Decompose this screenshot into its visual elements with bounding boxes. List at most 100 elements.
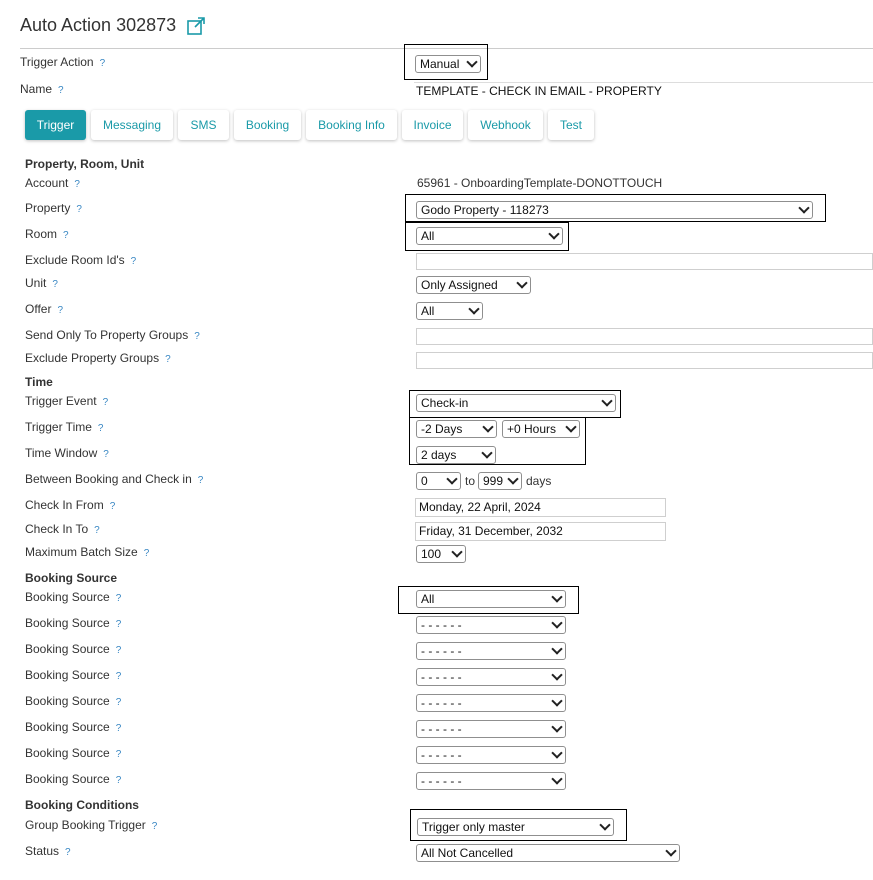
room-select[interactable]: All [416, 227, 563, 245]
section-heading: Booking Source [25, 571, 118, 585]
group-trigger-select[interactable]: Trigger only master [417, 818, 614, 836]
group-trigger-label: Group Booking Trigger? [25, 818, 158, 832]
section-heading: Property, Room, Unit [25, 157, 145, 171]
chevron-down-icon [551, 591, 563, 603]
exclude-groups-label: Exclude Property Groups? [25, 351, 171, 365]
booking-source-select[interactable]: All [416, 590, 566, 608]
help-icon[interactable]: ? [152, 821, 158, 832]
help-icon[interactable]: ? [63, 230, 69, 241]
chevron-down-icon [665, 845, 677, 857]
help-icon[interactable]: ? [76, 204, 82, 215]
chevron-down-icon [466, 56, 478, 68]
help-icon[interactable]: ? [103, 397, 109, 408]
chevron-down-icon [451, 546, 463, 558]
trigger-event-select[interactable]: Check-in [416, 394, 616, 412]
tab-test[interactable]: Test [548, 110, 594, 140]
section-heading: Booking Conditions [25, 798, 139, 812]
booking-source-select[interactable]: - - - - - - [416, 772, 566, 790]
checkin-from-input[interactable]: Monday, 22 April, 2024 [415, 498, 666, 517]
help-icon[interactable]: ? [65, 847, 71, 858]
chevron-down-icon [565, 421, 577, 433]
exclude-room-label: Exclude Room Id's? [25, 253, 137, 267]
chevron-down-icon [551, 773, 563, 785]
between-from-select[interactable]: 0 [416, 472, 461, 490]
name-label: Name? [20, 82, 64, 96]
trigger-time-days-select[interactable]: -2 Days [416, 420, 497, 438]
help-icon[interactable]: ? [116, 749, 122, 760]
booking-source-select[interactable]: - - - - - - [416, 668, 566, 686]
between-to-select[interactable]: 999 [478, 472, 522, 490]
help-icon[interactable]: ? [58, 85, 64, 96]
batch-size-select[interactable]: 100 [416, 545, 466, 563]
help-icon[interactable]: ? [74, 179, 80, 190]
trigger-event-label: Trigger Event? [25, 394, 109, 408]
help-icon[interactable]: ? [94, 525, 100, 536]
chevron-down-icon [599, 819, 611, 831]
booking-source-select[interactable]: - - - - - - [416, 616, 566, 634]
send-groups-input[interactable] [416, 328, 873, 345]
help-icon[interactable]: ? [144, 548, 150, 559]
booking-source-select[interactable]: - - - - - - [416, 642, 566, 660]
time-window-select[interactable]: 2 days [416, 446, 496, 464]
page-title: Auto Action 302873 [20, 15, 177, 35]
tab-booking-info[interactable]: Booking Info [306, 110, 397, 140]
chevron-down-icon [446, 473, 458, 485]
tab-booking[interactable]: Booking [234, 110, 301, 140]
chevron-down-icon [551, 617, 563, 629]
booking-source-label: Booking Source? [25, 668, 122, 682]
help-icon[interactable]: ? [100, 58, 106, 69]
help-icon[interactable]: ? [116, 671, 122, 682]
help-icon[interactable]: ? [131, 256, 137, 267]
checkin-to-label: Check In To? [25, 522, 100, 536]
status-select[interactable]: All Not Cancelled [416, 844, 680, 862]
between-to-text: to [465, 474, 476, 488]
help-icon[interactable]: ? [52, 279, 58, 290]
tab-sms[interactable]: SMS [178, 110, 229, 140]
tab-invoice[interactable]: Invoice [402, 110, 463, 140]
external-link-icon[interactable] [186, 16, 206, 36]
trigger-action-label: Trigger Action? [20, 55, 106, 69]
exclude-groups-input[interactable] [416, 352, 873, 369]
help-icon[interactable]: ? [165, 354, 171, 365]
room-label: Room? [25, 227, 69, 241]
exclude-room-input[interactable] [416, 253, 873, 270]
booking-source-label: Booking Source? [25, 642, 122, 656]
booking-source-select[interactable]: - - - - - - [416, 694, 566, 712]
help-icon[interactable]: ? [98, 423, 104, 434]
help-icon[interactable]: ? [116, 593, 122, 604]
unit-label: Unit? [25, 276, 58, 290]
chevron-down-icon [601, 395, 613, 407]
help-icon[interactable]: ? [116, 775, 122, 786]
section-heading: Time [25, 375, 53, 389]
checkin-to-input[interactable]: Friday, 31 December, 2032 [415, 522, 666, 541]
chevron-down-icon [551, 643, 563, 655]
help-icon[interactable]: ? [103, 449, 109, 460]
chevron-down-icon [551, 669, 563, 681]
help-icon[interactable]: ? [116, 697, 122, 708]
booking-source-select[interactable]: - - - - - - [416, 720, 566, 738]
help-icon[interactable]: ? [116, 723, 122, 734]
tab-webhook[interactable]: Webhook [468, 110, 543, 140]
help-icon[interactable]: ? [194, 331, 200, 342]
chevron-down-icon [548, 228, 560, 240]
help-icon[interactable]: ? [110, 501, 116, 512]
offer-select[interactable]: All [416, 302, 483, 320]
help-icon[interactable]: ? [116, 619, 122, 630]
trigger-action-select[interactable]: Manual [415, 55, 481, 73]
chevron-down-icon [507, 473, 519, 485]
help-icon[interactable]: ? [57, 305, 63, 316]
booking-source-label: Booking Source? [25, 746, 122, 760]
booking-source-select[interactable]: - - - - - - [416, 746, 566, 764]
help-icon[interactable]: ? [116, 645, 122, 656]
chevron-down-icon [798, 202, 810, 214]
property-select[interactable]: Godo Property - 118273 [416, 201, 813, 219]
chevron-down-icon [482, 421, 494, 433]
name-input[interactable]: TEMPLATE - CHECK IN EMAIL - PROPERTY [416, 84, 662, 98]
booking-source-label: Booking Source? [25, 590, 122, 604]
chevron-down-icon [551, 721, 563, 733]
help-icon[interactable]: ? [198, 475, 204, 486]
tab-messaging[interactable]: Messaging [91, 110, 173, 140]
unit-select[interactable]: Only Assigned [416, 276, 531, 294]
tab-trigger[interactable]: Trigger [25, 110, 86, 140]
trigger-time-hours-select[interactable]: +0 Hours [502, 420, 580, 438]
